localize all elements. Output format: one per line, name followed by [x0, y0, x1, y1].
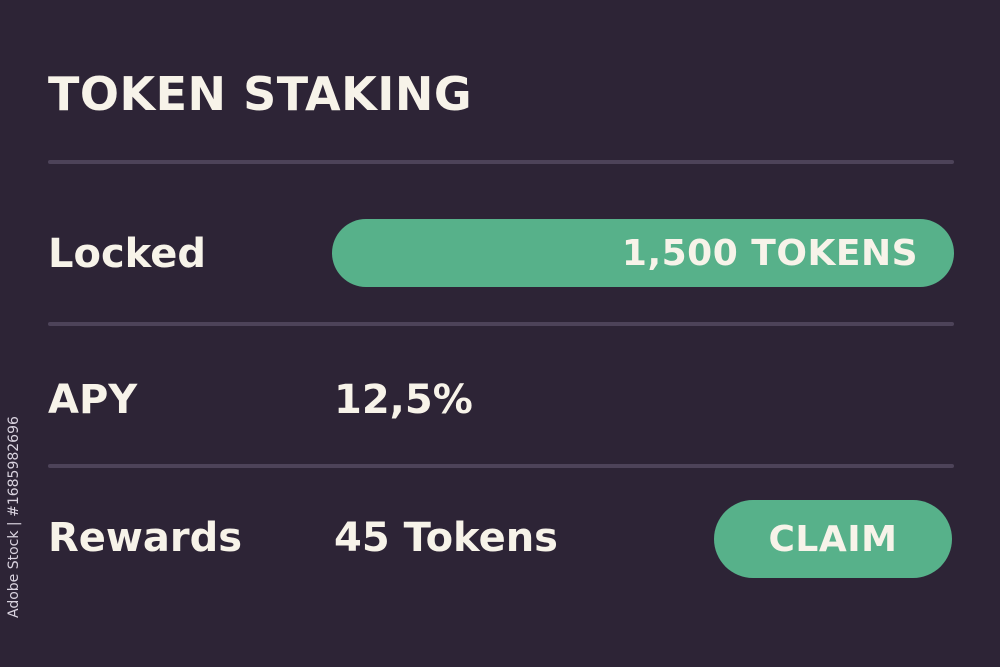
- rewards-value: 45 Tokens: [334, 515, 558, 561]
- apy-value: 12,5%: [334, 377, 473, 423]
- divider: [48, 322, 954, 326]
- page-title: TOKEN STAKING: [48, 67, 473, 121]
- apy-label: APY: [48, 377, 138, 423]
- claim-button[interactable]: CLAIM: [714, 500, 952, 578]
- locked-amount-bar: 1,500 TOKENS: [332, 219, 954, 287]
- stock-id-watermark: Adobe Stock | #1685982696: [6, 416, 22, 618]
- divider: [48, 464, 954, 468]
- rewards-label: Rewards: [48, 515, 243, 561]
- divider: [48, 160, 954, 164]
- locked-label: Locked: [48, 231, 206, 277]
- locked-amount-value: 1,500 TOKENS: [621, 232, 918, 274]
